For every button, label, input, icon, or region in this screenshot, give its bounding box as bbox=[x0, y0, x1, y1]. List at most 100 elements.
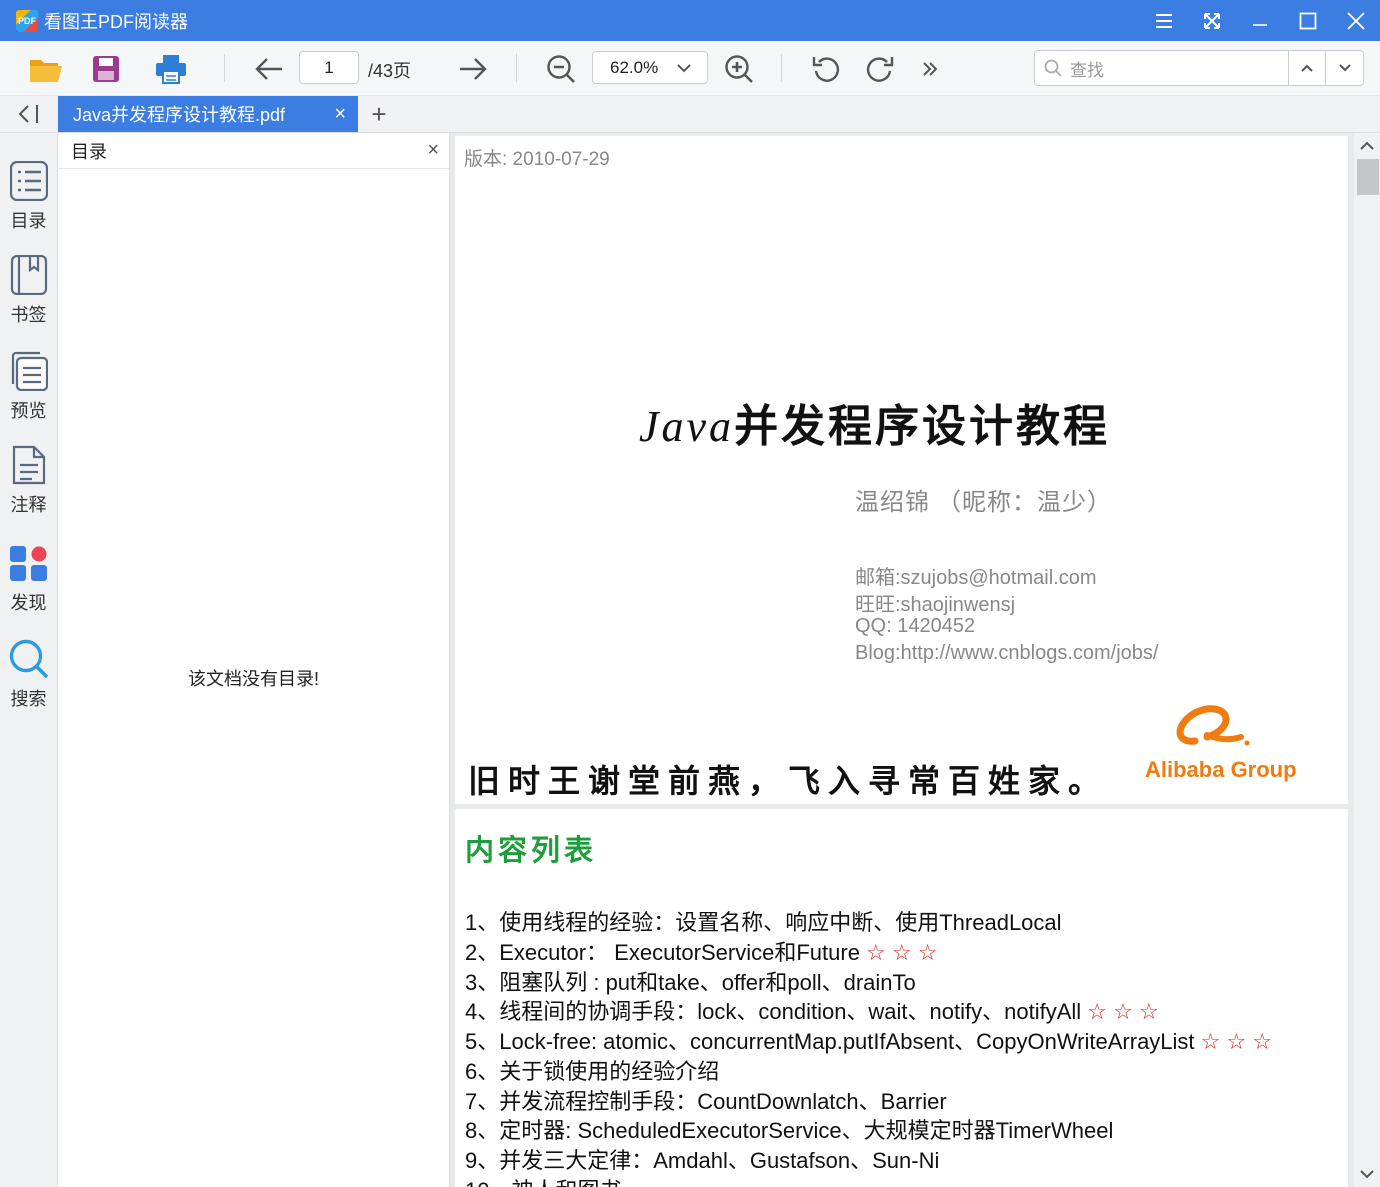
contents-item: 10、神人和图书 bbox=[465, 1173, 621, 1187]
tab-bar: Java并发程序设计教程.pdf × + bbox=[0, 96, 1380, 133]
save-button[interactable] bbox=[88, 41, 124, 96]
contents-item-text: 3、阻塞队列 : put和take、offer和poll、drainTo bbox=[465, 970, 916, 995]
rotate-left-icon bbox=[812, 56, 840, 82]
scroll-down-icon bbox=[1360, 1170, 1374, 1179]
doc-email: 邮箱:szujobs@hotmail.com bbox=[855, 567, 1097, 589]
tab-close-button[interactable]: × bbox=[334, 104, 346, 124]
sidebar-item-label: 发现 bbox=[10, 593, 47, 613]
contents-item-text: 10、神人和图书 bbox=[465, 1178, 621, 1187]
open-button[interactable] bbox=[26, 41, 66, 96]
add-tab-button[interactable]: + bbox=[366, 96, 392, 132]
close-window-button[interactable] bbox=[1332, 0, 1380, 41]
search-placeholder: 查找 bbox=[1070, 60, 1104, 80]
contents-item: 2、Executor： ExecutorService和Future ☆ ☆ ☆ bbox=[465, 935, 937, 967]
arrow-left-icon bbox=[255, 57, 282, 80]
sidebar-item-toc[interactable]: 目录 bbox=[0, 161, 57, 241]
fullscreen-icon bbox=[1204, 12, 1220, 29]
menu-button[interactable] bbox=[1140, 0, 1188, 41]
rotate-right-button[interactable] bbox=[863, 41, 897, 96]
toc-close-button[interactable]: × bbox=[427, 139, 439, 162]
search-box: 查找 bbox=[1034, 50, 1364, 86]
sidebar-item-search[interactable]: 搜索 bbox=[0, 639, 57, 719]
alibaba-logo-text: Alibaba Group bbox=[1145, 757, 1297, 782]
doc-title-latin: Java bbox=[639, 402, 735, 451]
more-tools-button[interactable] bbox=[918, 41, 942, 96]
contents-item-text: 5、Lock-free: atomic、concurrentMap.putIfA… bbox=[465, 1029, 1201, 1054]
importance-stars: ☆ ☆ ☆ bbox=[866, 940, 938, 965]
scrollbar-thumb[interactable] bbox=[1357, 159, 1379, 195]
contents-item: 5、Lock-free: atomic、concurrentMap.putIfA… bbox=[465, 1024, 1272, 1056]
chevron-down-icon bbox=[1338, 64, 1351, 72]
folder-icon bbox=[30, 59, 62, 82]
contents-item: 7、并发流程控制手段：CountDownlatch、Barrier bbox=[465, 1084, 947, 1116]
toc-header: 目录 bbox=[58, 133, 449, 169]
doc-version: 版本: 2010-07-29 bbox=[464, 149, 610, 170]
zoom-select[interactable]: 62.0% bbox=[592, 51, 708, 84]
next-page-button[interactable] bbox=[456, 41, 490, 96]
document-viewer[interactable]: 版本: 2010-07-29 Java并发程序设计教程 温绍锦 （昵称：温少） … bbox=[450, 133, 1354, 1187]
contents-item: 1、使用线程的经验：设置名称、响应中断、使用ThreadLocal bbox=[465, 905, 1062, 937]
minimize-button[interactable] bbox=[1236, 0, 1284, 41]
importance-stars: ☆ ☆ ☆ bbox=[1200, 1029, 1273, 1054]
hamburger-icon bbox=[1156, 13, 1172, 28]
zoom-in-icon bbox=[725, 54, 753, 83]
doc-qq: QQ: 1420452 bbox=[855, 615, 976, 637]
rotate-left-button[interactable] bbox=[809, 41, 843, 96]
zoom-in-button[interactable] bbox=[722, 41, 756, 96]
toc-empty-message: 该文档没有目录! bbox=[187, 669, 319, 689]
contents-item: 6、关于锁使用的经验介绍 bbox=[465, 1054, 719, 1086]
double-chevron-right-icon bbox=[923, 61, 938, 76]
zoom-out-button[interactable] bbox=[544, 41, 578, 96]
contents-item-text: 8、定时器: ScheduledExecutorService、大规模定时器Ti… bbox=[465, 1118, 1114, 1143]
left-sidebar: 目录 书签 预览 注释 发现 搜索 bbox=[0, 133, 58, 1187]
collapse-sidebar-button[interactable] bbox=[14, 96, 44, 132]
bookmark-icon bbox=[10, 255, 47, 295]
print-button[interactable] bbox=[152, 41, 190, 96]
maximize-button[interactable] bbox=[1284, 0, 1332, 41]
doc-poem: 旧时王谢堂前燕，飞入寻常百姓家。 bbox=[468, 762, 1109, 800]
search-icon bbox=[1044, 59, 1062, 77]
sidebar-item-label: 预览 bbox=[10, 401, 47, 421]
doc-blog: Blog:http://www.cnblogs.com/jobs/ bbox=[855, 642, 1159, 664]
rotate-right-icon bbox=[866, 56, 894, 82]
search-next-button[interactable] bbox=[1326, 51, 1363, 85]
contents-item-text: 2、Executor： ExecutorService和Future bbox=[465, 940, 867, 965]
pdf-page-2: 内容列表 1、使用线程的经验：设置名称、响应中断、使用ThreadLocal 2… bbox=[455, 809, 1348, 1187]
search-input[interactable]: 查找 bbox=[1035, 51, 1289, 85]
contents-item: 3、阻塞队列 : put和take、offer和poll、drainTo bbox=[465, 965, 916, 997]
vertical-scrollbar[interactable] bbox=[1354, 133, 1380, 1187]
toc-panel: 目录 × 该文档没有目录! bbox=[58, 133, 450, 1187]
search-previous-button[interactable] bbox=[1289, 51, 1326, 85]
printer-icon bbox=[156, 54, 186, 84]
annotation-icon bbox=[12, 445, 45, 485]
pdf-page-1: 版本: 2010-07-29 Java并发程序设计教程 温绍锦 （昵称：温少） … bbox=[455, 136, 1348, 804]
sidebar-item-label: 目录 bbox=[10, 211, 47, 231]
app-logo-icon: PDF bbox=[16, 9, 38, 32]
tab-document[interactable]: Java并发程序设计教程.pdf × bbox=[58, 96, 358, 132]
contents-item-text: 9、并发三大定律：Amdahl、Gustafson、Sun-Ni bbox=[465, 1148, 940, 1173]
doc-title: Java并发程序设计教程 bbox=[639, 390, 1110, 454]
importance-stars: ☆ ☆ ☆ bbox=[1087, 999, 1159, 1024]
contents-item-text: 1、使用线程的经验：设置名称、响应中断、使用ThreadLocal bbox=[465, 910, 1062, 935]
sidebar-item-label: 搜索 bbox=[10, 689, 47, 709]
zoom-value: 62.0% bbox=[610, 57, 659, 77]
save-icon bbox=[93, 55, 119, 82]
page-total-label: /43页 bbox=[368, 61, 412, 81]
search-icon bbox=[9, 639, 48, 679]
page-number-input[interactable]: 1 bbox=[299, 51, 359, 84]
maximize-icon bbox=[1299, 12, 1317, 29]
toolbar: 1 /43页 62.0% 查找 bbox=[0, 41, 1380, 96]
sidebar-item-annotations[interactable]: 注释 bbox=[0, 445, 57, 525]
contents-title: 内容列表 bbox=[465, 833, 598, 867]
contents-item-text: 7、并发流程控制手段：CountDownlatch、Barrier bbox=[465, 1089, 947, 1114]
previous-page-button[interactable] bbox=[252, 41, 286, 96]
alibaba-logo-icon bbox=[1176, 705, 1250, 746]
sidebar-item-discover[interactable]: 发现 bbox=[0, 543, 57, 623]
fullscreen-button[interactable] bbox=[1188, 0, 1236, 41]
sidebar-item-preview[interactable]: 预览 bbox=[0, 351, 57, 431]
sidebar-item-label: 书签 bbox=[10, 305, 47, 325]
toc-title: 目录 bbox=[71, 141, 107, 162]
zoom-out-icon bbox=[547, 54, 575, 83]
contents-item-text: 4、线程间的协调手段：lock、condition、wait、notify、no… bbox=[465, 999, 1088, 1024]
sidebar-item-bookmarks[interactable]: 书签 bbox=[0, 255, 57, 335]
